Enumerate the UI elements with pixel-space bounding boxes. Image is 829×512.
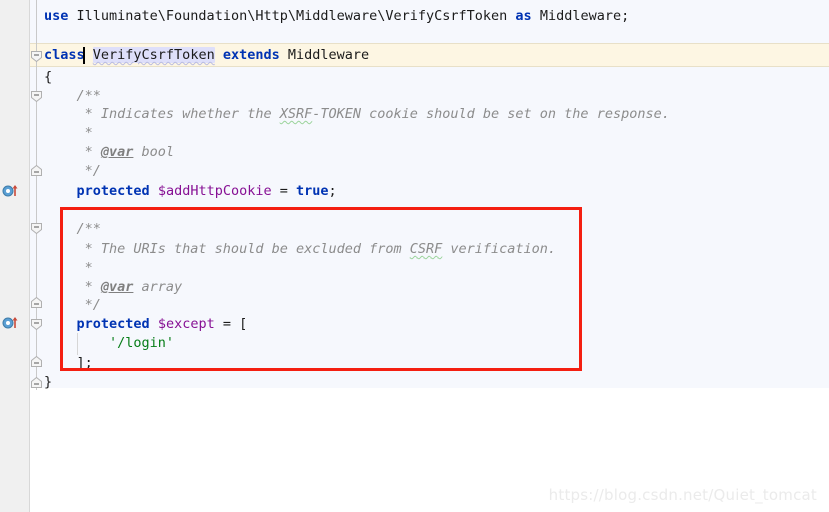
keyword-protected: protected xyxy=(76,183,150,199)
spellcheck-token: CSRF xyxy=(409,241,443,257)
close-brace: } xyxy=(44,374,53,390)
code-line-docblock1-desc[interactable]: * Indicates whether the XSRF-TOKEN cooki… xyxy=(44,103,670,125)
comment-text: * The URIs that should be excluded from xyxy=(44,241,410,257)
string-literal[interactable]: '/login' xyxy=(109,335,174,351)
spellcheck-token: XSRF xyxy=(279,106,313,122)
code-line-use-statement[interactable]: use Illuminate\Foundation\Http\Middlewar… xyxy=(44,5,629,27)
parent-class-name: Middleware xyxy=(279,47,370,63)
assignment-operator: = xyxy=(214,316,240,332)
namespace-path: Illuminate\Foundation\Http\Middleware\Ve… xyxy=(68,8,516,24)
close-bracket: ]; xyxy=(44,355,93,371)
comment-text: */ xyxy=(44,163,101,179)
comment-text: * Indicates whether the xyxy=(44,106,280,122)
comment-text: * xyxy=(44,144,101,160)
code-line-login-route[interactable]: '/login' xyxy=(44,332,174,354)
comment-text: -TOKEN cookie should be set on the respo… xyxy=(312,106,670,122)
keyword-as: as xyxy=(515,8,532,24)
open-bracket: [ xyxy=(239,316,248,332)
code-line-class-close-brace[interactable]: } xyxy=(44,371,52,393)
keyword-extends: extends xyxy=(222,47,280,63)
code-line-docblock2-open[interactable]: /** xyxy=(44,218,101,240)
open-brace: { xyxy=(44,69,53,85)
class-name-token[interactable]: VerifyCsrfToken xyxy=(92,47,215,63)
doc-tag-var: @var xyxy=(100,279,134,295)
keyword-class: class xyxy=(44,47,85,63)
doc-tag-var: @var xyxy=(100,144,134,160)
comment-text: * xyxy=(44,260,93,276)
comment-text: * xyxy=(44,279,101,295)
doc-type-text: bool xyxy=(133,144,175,160)
code-text-layer[interactable]: use Illuminate\Foundation\Http\Middlewar… xyxy=(0,0,829,512)
comment-text: /** xyxy=(44,221,101,237)
comment-text: */ xyxy=(44,297,101,313)
property-name[interactable]: $addHttpCookie xyxy=(158,183,272,199)
code-line-addhttpcookie-property[interactable]: protected $addHttpCookie = true; xyxy=(44,180,337,202)
comment-text: /** xyxy=(44,88,101,104)
code-line-class-declaration[interactable]: class VerifyCsrfToken extends Middleware xyxy=(44,44,369,66)
keyword-use: use xyxy=(44,8,69,24)
text-caret xyxy=(83,47,85,64)
code-line-docblock1-close[interactable]: */ xyxy=(44,160,101,182)
assignment-operator: = xyxy=(271,183,296,199)
property-name[interactable]: $except xyxy=(158,316,215,332)
semicolon: ; xyxy=(328,183,337,199)
keyword-protected: protected xyxy=(76,316,150,332)
code-line-docblock2-desc[interactable]: * The URIs that should be excluded from … xyxy=(44,238,556,260)
comment-text: * xyxy=(44,125,93,141)
doc-type-text: array xyxy=(133,279,183,295)
watermark-text: https://blog.csdn.net/Quiet_tomcat xyxy=(548,486,817,504)
code-editor[interactable]: use Illuminate\Foundation\Http\Middlewar… xyxy=(0,0,829,512)
boolean-literal: true xyxy=(296,183,329,199)
import-alias: Middleware; xyxy=(531,8,630,24)
comment-text: verification. xyxy=(442,241,557,257)
